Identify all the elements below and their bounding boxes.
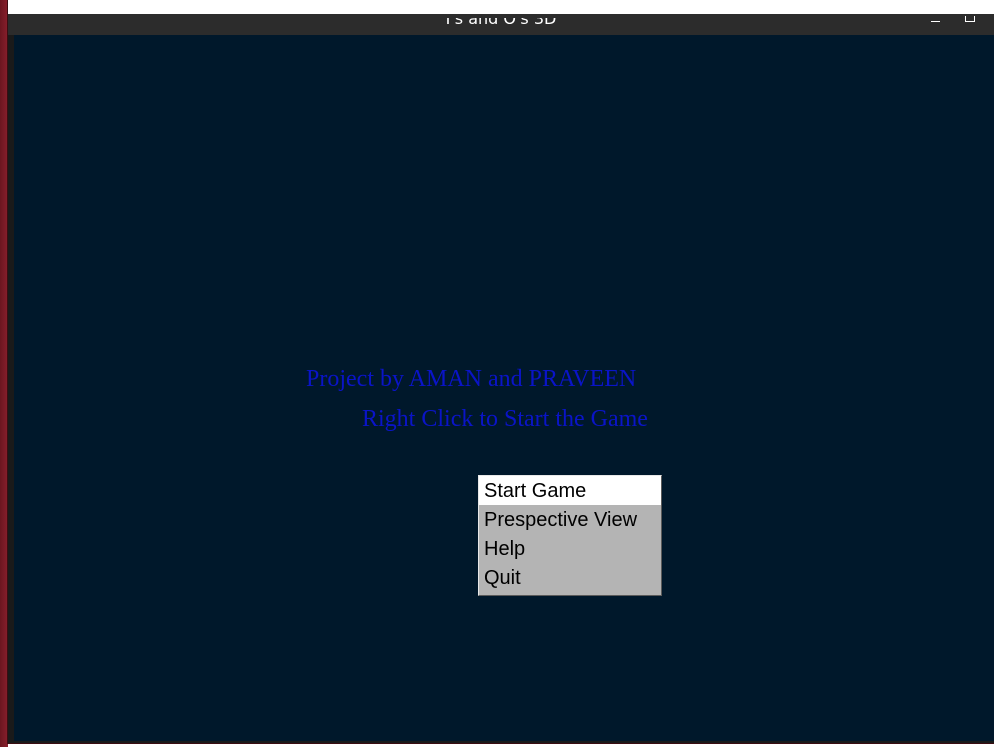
window-title: I's and O's 3D: [445, 18, 557, 28]
menu-item-help[interactable]: Help: [479, 534, 661, 563]
maximize-icon: [965, 16, 975, 22]
instruction-text: Right Click to Start the Game: [362, 406, 648, 432]
menu-bottom-padding: [479, 592, 661, 595]
menu-item-start-game[interactable]: Start Game: [479, 476, 661, 505]
app-window: I's and O's 3D Project by AMAN and PRAVE…: [8, 0, 994, 743]
game-canvas[interactable]: Project by AMAN and PRAVEEN Right Click …: [14, 35, 994, 741]
credits-text: Project by AMAN and PRAVEEN: [306, 366, 637, 392]
context-menu: Start Game Prespective View Help Quit: [478, 475, 662, 596]
menu-item-perspective-view[interactable]: Prespective View: [479, 505, 661, 534]
maximize-button[interactable]: [960, 12, 980, 24]
minimize-icon: [930, 21, 940, 22]
menu-item-quit[interactable]: Quit: [479, 563, 661, 592]
title-bar[interactable]: I's and O's 3D: [8, 0, 994, 35]
minimize-button[interactable]: [925, 12, 945, 24]
